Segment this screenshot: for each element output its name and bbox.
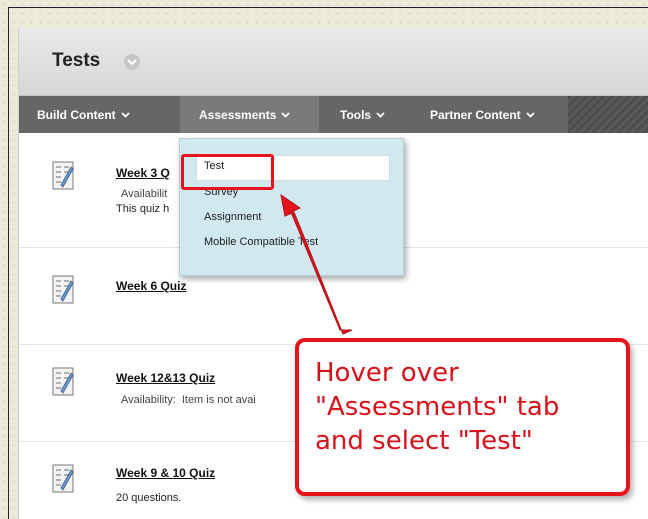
- title-options-chevron-icon[interactable]: [124, 54, 140, 70]
- chevron-down-icon: [121, 96, 130, 133]
- action-toolbar: Build Content Assessments Tools Partner …: [19, 96, 648, 133]
- item-title-link[interactable]: Week 9 & 10 Quiz: [116, 466, 215, 480]
- tab-label: Tools: [340, 108, 372, 122]
- tab-build-content[interactable]: Build Content: [37, 96, 177, 133]
- item-title-link[interactable]: Week 3 Q: [116, 166, 170, 180]
- item-title-link[interactable]: Week 6 Quiz: [116, 279, 186, 293]
- item-availability: Availability: Item is not avai: [121, 394, 256, 406]
- quiz-icon: [52, 367, 74, 396]
- availability-label: Availability:: [121, 394, 176, 406]
- chevron-down-icon: [526, 96, 535, 133]
- callout-line: Hover over: [315, 358, 459, 388]
- highlight-box: [181, 154, 274, 190]
- availability-label: Availabilit: [121, 188, 168, 200]
- instruction-callout: Hover over "Assessments" tab and select …: [295, 338, 630, 496]
- item-availability: Availabilit: [121, 188, 173, 200]
- quiz-icon: [52, 161, 74, 190]
- tab-label: Assessments: [199, 108, 277, 122]
- chevron-down-icon: [281, 96, 291, 133]
- page-header: Tests: [19, 28, 648, 96]
- item-description: 20 questions.: [116, 492, 182, 504]
- quiz-icon: [52, 464, 74, 493]
- tab-label: Partner Content: [430, 108, 521, 122]
- tab-partner-content[interactable]: Partner Content: [430, 96, 570, 133]
- item-title-link[interactable]: Week 12&13 Quiz: [116, 371, 215, 385]
- quiz-icon: [52, 275, 74, 304]
- callout-text: Hover over "Assessments" tab and select …: [315, 356, 625, 458]
- tab-tools[interactable]: Tools: [340, 96, 415, 133]
- tab-label: Build Content: [37, 108, 116, 122]
- item-description: This quiz h: [116, 203, 170, 215]
- callout-line: "Assessments" tab: [315, 392, 560, 422]
- chevron-down-icon: [376, 96, 385, 133]
- page-title: Tests: [52, 50, 101, 71]
- menu-item-assignment[interactable]: Assignment: [204, 211, 261, 223]
- menu-item-mobile-compatible-test[interactable]: Mobile Compatible Test: [204, 236, 318, 248]
- toolbar-pattern: [568, 96, 648, 133]
- callout-line: and select "Test": [315, 426, 533, 456]
- tab-assessments[interactable]: Assessments: [180, 96, 319, 133]
- availability-value: Item is not avai: [181, 394, 256, 406]
